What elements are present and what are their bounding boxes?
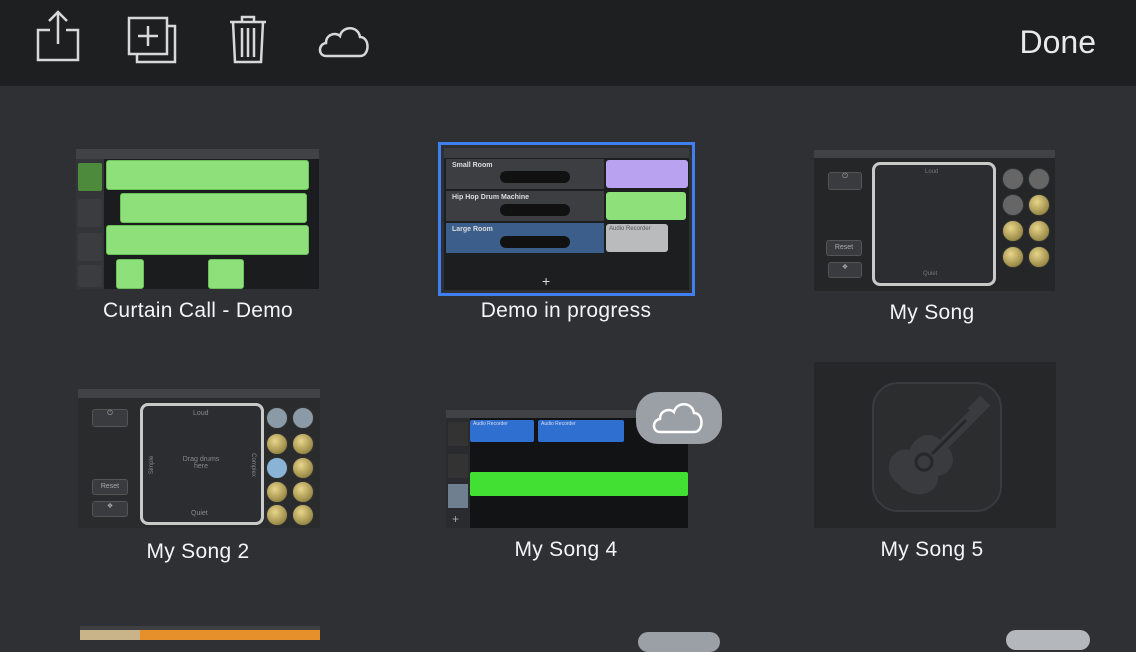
region [606,160,688,188]
pad-label-right: Complex [249,453,256,477]
region-label: Audio Recorder [541,421,576,427]
ruler [78,389,320,398]
region: Audio Recorder [470,420,534,442]
top-toolbar: Done [0,0,1136,86]
region-label: Audio Recorder [609,226,651,232]
song-thumbnail[interactable]: Small Room Hip Hop Drum Machine Large Ro… [438,142,695,296]
track-name: Large Room [452,226,493,233]
drum-knob [292,407,314,429]
song-title[interactable]: Demo in progress [426,299,706,323]
track-name: Hip Hop Drum Machine [452,194,530,201]
add-track-icon: + [452,512,460,526]
region [208,259,244,289]
drum-knob [1028,246,1050,268]
pad-label-top: Loud [193,410,209,417]
cloud-badge-partial [638,632,720,652]
song-thumbnail[interactable] [814,362,1056,528]
preset-button: ❖ [828,262,862,278]
song-thumbnail[interactable]: ⏻ Reset ❖ Loud Quiet Simple Complex Drag… [78,389,320,528]
drum-pad: Loud Quiet Simple Complex Drag drums her… [140,403,264,525]
volume-slider [500,171,570,183]
keyboard-icon [78,265,102,287]
duplicate-icon[interactable] [124,8,180,68]
ruler [814,150,1055,158]
garageband-icon [872,382,1002,512]
volume-slider [500,204,570,216]
cloud-badge [636,392,722,444]
region [120,193,307,223]
drum-knob [266,407,288,429]
region [470,472,688,496]
drum-knob [266,504,288,526]
ruler [444,148,689,158]
add-track-icon: + [542,273,551,289]
pad-label-bottom: Quiet [923,271,938,277]
pad-label-left: Simple [149,455,156,475]
drum-knob [1002,220,1024,242]
preset-button: ❖ [92,501,128,517]
drum-knob [292,433,314,455]
guitar-icon [78,199,102,227]
region-label: Audio Recorder [473,421,508,427]
share-icon[interactable] [30,8,86,68]
cloud-badge-partial [1006,630,1090,650]
mic-icon [448,454,468,478]
ruler [76,149,319,159]
song-thumbnail-partial[interactable] [80,626,320,640]
region [106,160,309,190]
song-title[interactable]: Curtain Call - Demo [58,299,338,323]
trash-icon[interactable] [220,8,276,68]
track-header-column: + [446,418,470,528]
done-button[interactable]: Done [1020,24,1097,61]
power-button: ⏻ [828,172,862,190]
drum-knob [1028,194,1050,216]
region [80,630,140,640]
drum-knob [266,457,288,479]
track-header: Hip Hop Drum Machine [446,191,604,221]
drum-knob [292,504,314,526]
drums-icon [78,163,102,191]
region [116,259,144,289]
song-thumbnail[interactable] [76,149,319,289]
drum-knob [1028,220,1050,242]
volume-slider [500,236,570,248]
amp-icon [78,233,102,261]
song-title[interactable]: My Song [792,301,1072,325]
drum-knob [1002,168,1024,190]
pad-label-bottom: Quiet [191,510,208,517]
reset-button: Reset [826,240,862,256]
region [140,630,320,640]
drum-knob [266,481,288,503]
region [606,192,686,220]
song-title[interactable]: My Song 2 [58,540,338,564]
region [106,225,309,255]
cloud-icon[interactable] [316,8,372,68]
cloud-icon [652,403,703,434]
drum-knob [292,481,314,503]
song-title[interactable]: My Song 5 [792,538,1072,562]
keyboard-icon [448,484,468,508]
region: Audio Recorder [538,420,624,442]
track-name: Small Room [452,162,493,169]
drum-knob [1002,194,1024,216]
pad-label-top: Loud [925,169,939,175]
song-thumbnail[interactable]: ⏻ Reset ❖ Loud Quiet [814,150,1055,291]
track-header: Small Room [446,159,604,189]
drum-pad: Loud Quiet [872,162,996,286]
region: Audio Recorder [606,224,668,252]
drum-knob [266,433,288,455]
reset-button: Reset [92,479,128,495]
track-header-column [76,159,104,289]
track-header: Large Room [446,223,604,253]
mic-icon [448,422,468,446]
drum-knob [1002,246,1024,268]
song-title[interactable]: My Song 4 [426,538,706,562]
drum-knob [292,457,314,479]
power-button: ⏻ [92,409,128,427]
pad-hint: Drag drums here [182,456,220,470]
drum-knob [1028,168,1050,190]
